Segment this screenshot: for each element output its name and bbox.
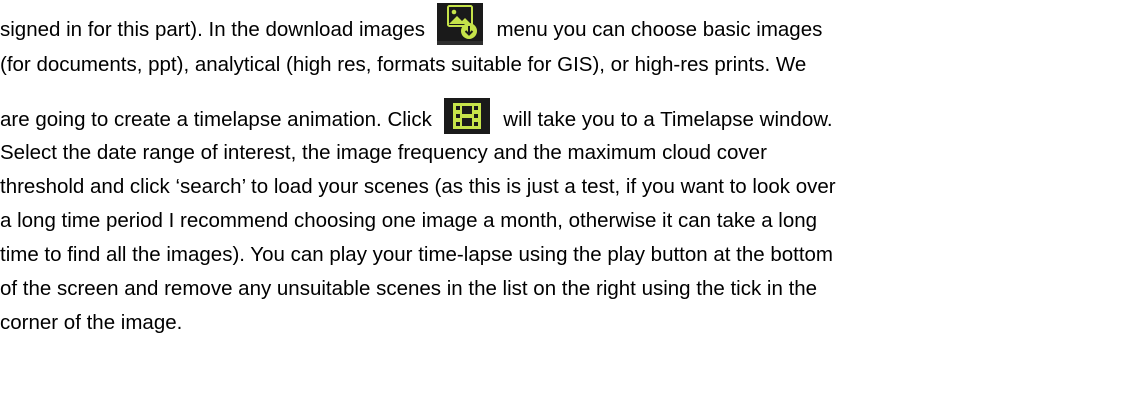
paragraph-line-4: Select the date range of interest, the i… bbox=[0, 141, 767, 164]
line-1-after: menu you can choose basic images bbox=[496, 18, 823, 41]
line-3-before: are going to create a timelapse animatio… bbox=[0, 108, 432, 131]
line-3-after: will take you to a Timelapse window. bbox=[503, 108, 833, 131]
paragraph-line-8: of the screen and remove any unsuitable … bbox=[0, 277, 818, 300]
paragraph-line-5: threshold and click ‘search’ to load you… bbox=[0, 175, 836, 198]
timelapse-film-icon bbox=[443, 97, 490, 134]
line-1-before: signed in for this part). In the downloa… bbox=[0, 18, 426, 41]
paragraph-line-7: time to find all the images). You can pl… bbox=[0, 243, 834, 266]
paragraph-line-3: are going to create a timelapse animatio… bbox=[0, 97, 833, 135]
paragraph-line-1: signed in for this part). In the downloa… bbox=[0, 2, 823, 45]
paragraph-line-9: corner of the image. bbox=[0, 311, 183, 334]
paragraph-line-2: (for documents, ppt), analytical (high r… bbox=[0, 53, 807, 76]
paragraph-line-6: a long time period I recommend choosing … bbox=[0, 209, 818, 232]
download-images-icon bbox=[436, 2, 483, 45]
